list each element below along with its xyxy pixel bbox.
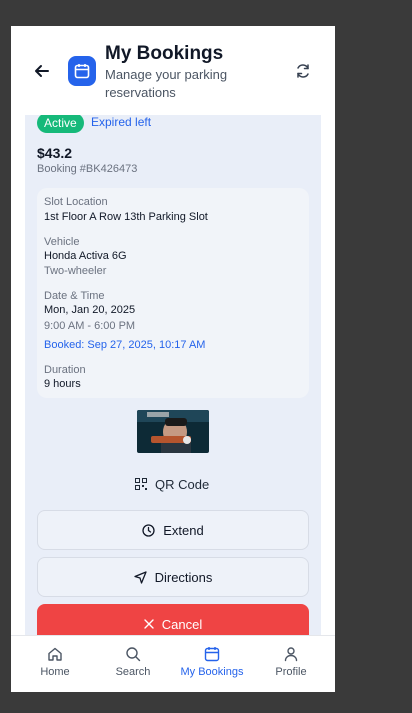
booking-price: $43.2 <box>37 145 73 161</box>
navigation-icon <box>133 570 147 584</box>
booking-time: 9:00 AM - 6:00 PM <box>44 320 136 332</box>
search-icon <box>126 647 141 662</box>
status-badge: Active <box>37 115 84 133</box>
calendar-icon <box>68 56 96 86</box>
slot-label: Slot Location <box>44 196 108 208</box>
datetime-label: Date & Time <box>44 290 105 302</box>
extend-button[interactable]: Extend <box>37 510 309 550</box>
directions-label: Directions <box>154 569 213 585</box>
duration-label: Duration <box>44 364 86 376</box>
nav-search[interactable]: Search <box>97 646 169 678</box>
qr-code-button[interactable]: QR Code <box>135 475 209 493</box>
nav-my-bookings-label: My Bookings <box>180 666 244 678</box>
qr-code-label: QR Code <box>155 476 210 492</box>
booking-date: Mon, Jan 20, 2025 <box>44 304 136 316</box>
nav-home[interactable]: Home <box>19 646 91 678</box>
page-subtitle: Manage your parking reservations <box>105 67 228 100</box>
refresh-icon <box>297 64 309 78</box>
calendar-icon <box>204 647 220 662</box>
app-screen: My Bookings Manage your parking reservat… <box>11 26 335 692</box>
nav-profile-label: Profile <box>275 666 307 678</box>
extend-label: Extend <box>163 522 204 538</box>
page-title: My Bookings <box>105 43 224 64</box>
home-icon <box>48 647 62 661</box>
user-icon <box>284 647 298 662</box>
expiry-text: Expired left <box>91 115 152 129</box>
cancel-button[interactable]: Cancel <box>37 604 309 635</box>
nav-my-bookings[interactable]: My Bookings <box>176 646 248 678</box>
booking-card: Active Expired left $43.2 Booking #BK426… <box>25 115 321 635</box>
slot-value: 1st Floor A Row 13th Parking Slot <box>44 211 208 223</box>
vehicle-type: Two-wheeler <box>44 265 107 277</box>
nav-search-label: Search <box>115 666 151 678</box>
nav-profile[interactable]: Profile <box>255 646 327 678</box>
back-button[interactable] <box>33 62 51 80</box>
cancel-label: Cancel <box>161 616 203 632</box>
qr-code-icon <box>135 478 147 490</box>
vehicle-label: Vehicle <box>44 236 80 248</box>
bottom-navigation: Home Search My Bookings Profile <box>11 635 335 692</box>
bookings-list[interactable]: Active Expired left $43.2 Booking #BK426… <box>11 115 335 635</box>
directions-button[interactable]: Directions <box>37 557 309 597</box>
arrow-left-icon <box>35 65 49 77</box>
refresh-button[interactable] <box>295 63 311 79</box>
booking-details: Slot Location 1st Floor A Row 13th Parki… <box>37 188 309 398</box>
booking-id: Booking #BK426473 <box>37 163 138 175</box>
nav-home-label: Home <box>40 666 70 678</box>
vehicle-photo <box>137 410 209 453</box>
booked-at: Booked: Sep 27, 2025, 10:17 AM <box>44 339 206 351</box>
close-icon <box>144 619 154 629</box>
duration-value: 9 hours <box>44 378 81 390</box>
clock-icon <box>142 523 155 537</box>
app-header: My Bookings Manage your parking reservat… <box>11 26 335 116</box>
vehicle-name: Honda Activa 6G <box>44 250 127 262</box>
